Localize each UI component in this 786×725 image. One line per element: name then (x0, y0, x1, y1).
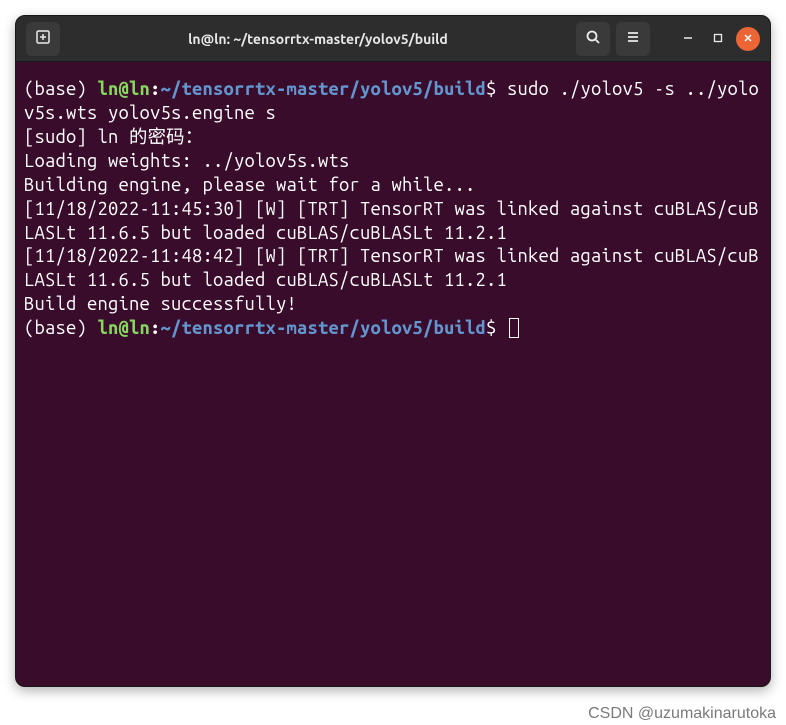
prompt-env: (base) (24, 79, 98, 99)
new-tab-icon (35, 29, 51, 48)
new-tab-button[interactable] (26, 22, 60, 56)
prompt-host: ln (129, 79, 150, 99)
close-button[interactable] (736, 27, 760, 51)
prompt-dollar-2: $ (486, 318, 497, 338)
terminal-output[interactable]: (base) ln@ln:~/tensorrtx-master/yolov5/b… (16, 62, 770, 357)
cursor (509, 318, 519, 338)
prompt-user: ln (98, 79, 119, 99)
hamburger-icon (625, 29, 641, 48)
prompt-dollar: $ (486, 79, 497, 99)
output-warning-2: [11/18/2022-11:48:42] [W] [TRT] TensorRT… (24, 246, 759, 290)
titlebar: ln@ln: ~/tensorrtx-master/yolov5/build (16, 16, 770, 62)
search-icon (585, 29, 601, 48)
prompt-at-2: @ (119, 318, 130, 338)
minimize-button[interactable] (676, 27, 700, 51)
prompt-host-2: ln (129, 318, 150, 338)
window-title: ln@ln: ~/tensorrtx-master/yolov5/build (64, 31, 572, 47)
prompt-path-2: ~/tensorrtx-master/yolov5/build (161, 318, 486, 338)
prompt-colon-2: : (150, 318, 161, 338)
prompt-at: @ (119, 79, 130, 99)
titlebar-right (576, 22, 760, 56)
output-building: Building engine, please wait for a while… (24, 175, 475, 195)
output-sudo-prompt: [sudo] ln 的密码： (24, 127, 203, 147)
prompt-path: ~/tensorrtx-master/yolov5/build (161, 79, 486, 99)
output-warning-1: [11/18/2022-11:45:30] [W] [TRT] TensorRT… (24, 199, 759, 243)
maximize-icon (713, 31, 723, 46)
menu-button[interactable] (616, 22, 650, 56)
output-loading: Loading weights: ../yolov5s.wts (24, 151, 349, 171)
watermark: CSDN @uzumakinarutoka (588, 705, 776, 723)
terminal-window: ln@ln: ~/tensorrtx-master/yolov5/build (15, 15, 771, 687)
prompt-env-2: (base) (24, 318, 98, 338)
close-icon (743, 31, 753, 46)
titlebar-left (26, 22, 60, 56)
prompt-user-2: ln (98, 318, 119, 338)
maximize-button[interactable] (706, 27, 730, 51)
prompt-colon: : (150, 79, 161, 99)
minimize-icon (683, 31, 693, 46)
search-button[interactable] (576, 22, 610, 56)
output-success: Build engine successfully! (24, 294, 297, 314)
